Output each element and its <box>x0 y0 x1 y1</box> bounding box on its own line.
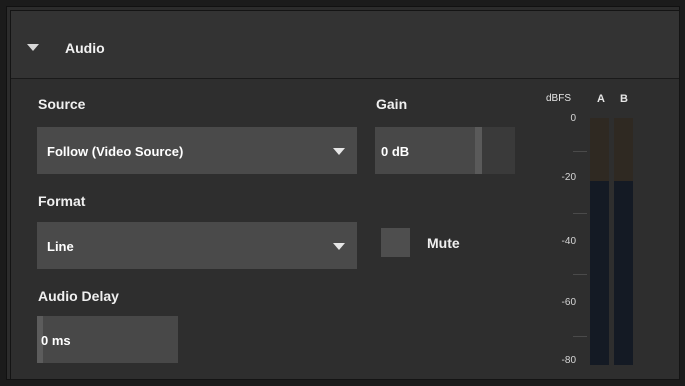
source-label: Source <box>38 96 86 112</box>
format-label: Format <box>38 193 86 209</box>
format-dropdown[interactable]: Line <box>37 222 357 269</box>
chevron-down-icon <box>333 243 345 250</box>
meter-bar-b-upper <box>614 118 633 181</box>
meter-tickline <box>573 151 587 152</box>
gain-slider-handle[interactable] <box>475 127 482 174</box>
meter-tick-40: -40 <box>561 236 576 247</box>
format-value: Line <box>47 239 74 254</box>
section-title: Audio <box>65 40 105 56</box>
collapse-triangle-icon[interactable] <box>27 44 39 51</box>
source-value: Follow (Video Source) <box>47 144 184 159</box>
audio-delay-field[interactable]: 0 ms <box>37 316 178 363</box>
meter-channel-b-label: B <box>620 93 628 105</box>
meter-tick-60: -60 <box>561 297 576 308</box>
meter-bar-a <box>590 118 609 365</box>
meter-bar-b-lower <box>614 181 633 365</box>
gain-field[interactable]: 0 dB <box>375 127 515 174</box>
meter-tickline <box>573 274 587 275</box>
meter-tickline <box>573 213 587 214</box>
meter-bar-a-lower <box>590 181 609 365</box>
audio-delay-value: 0 ms <box>41 333 71 348</box>
gain-slider-track[interactable] <box>482 127 515 174</box>
meter-unit: dBFS <box>546 93 572 104</box>
meter-tick-0: 0 <box>570 113 576 124</box>
mute-checkbox[interactable] <box>381 228 410 257</box>
meter-tick-20: -20 <box>561 172 576 183</box>
meter-bar-a-upper <box>590 118 609 181</box>
section-header[interactable]: Audio <box>11 11 679 79</box>
meter-tick-80: -80 <box>561 355 576 366</box>
source-dropdown[interactable]: Follow (Video Source) <box>37 127 357 174</box>
gain-value: 0 dB <box>381 144 410 159</box>
chevron-down-icon <box>333 148 345 155</box>
gain-label: Gain <box>376 96 408 112</box>
mute-label[interactable]: Mute <box>427 235 460 251</box>
meter-channel-a-label: A <box>597 93 605 105</box>
audio-delay-label: Audio Delay <box>38 288 119 304</box>
meter-tickline <box>573 336 587 337</box>
meter-bar-b <box>614 118 633 365</box>
